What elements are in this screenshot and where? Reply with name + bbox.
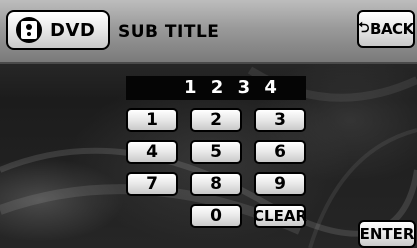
key-7-button[interactable]: 7 bbox=[126, 172, 178, 196]
key-8-button[interactable]: 8 bbox=[190, 172, 242, 196]
speaker-disc-icon bbox=[16, 17, 42, 43]
dvd-subtitle-screen: DVD SUB TITLE ⮌ BACK 1 2 3 4 1 2 3 4 5 6… bbox=[0, 0, 417, 248]
input-display: 1 2 3 4 bbox=[126, 76, 306, 100]
enter-button[interactable]: ENTER bbox=[358, 220, 416, 248]
page-title: SUB TITLE bbox=[118, 22, 220, 42]
back-button[interactable]: ⮌ BACK bbox=[357, 10, 415, 48]
back-label: BACK bbox=[370, 20, 414, 38]
key-9-button[interactable]: 9 bbox=[254, 172, 306, 196]
key-2-button[interactable]: 2 bbox=[190, 108, 242, 132]
clear-button[interactable]: CLEAR bbox=[253, 204, 307, 228]
key-0-button[interactable]: 0 bbox=[190, 204, 242, 228]
key-1-button[interactable]: 1 bbox=[126, 108, 178, 132]
entered-number: 1 2 3 4 bbox=[184, 77, 281, 98]
dvd-source-button[interactable]: DVD bbox=[6, 10, 110, 50]
key-5-button[interactable]: 5 bbox=[190, 140, 242, 164]
key-4-button[interactable]: 4 bbox=[126, 140, 178, 164]
key-6-button[interactable]: 6 bbox=[254, 140, 306, 164]
key-3-button[interactable]: 3 bbox=[254, 108, 306, 132]
dvd-source-label: DVD bbox=[50, 19, 96, 41]
return-arrow-icon: ⮌ bbox=[358, 20, 370, 36]
